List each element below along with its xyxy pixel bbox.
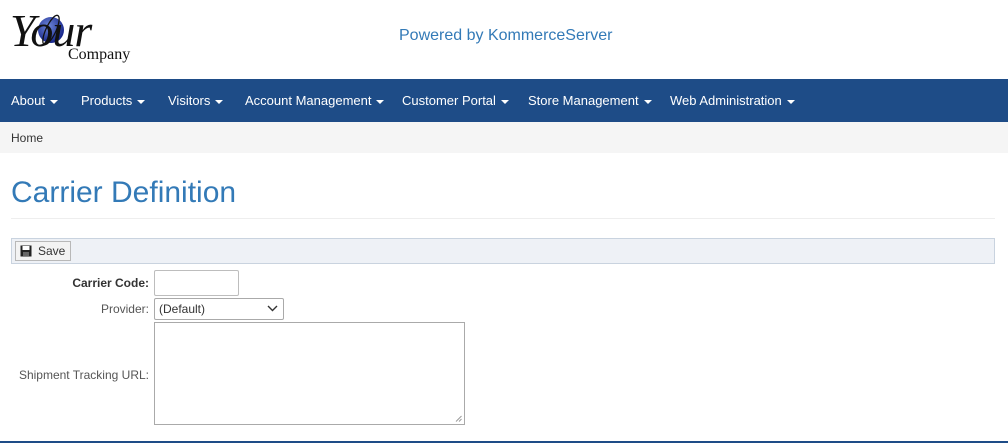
tracking-url-textarea[interactable] (154, 322, 465, 425)
nav-item-label: About (11, 93, 45, 108)
caret-down-icon (500, 99, 509, 104)
provider-select[interactable]: (Default) (154, 298, 284, 320)
caret-down-icon (376, 99, 385, 104)
breadcrumb: Home (0, 122, 1008, 153)
site-header: Your Company Powered by KommerceServer (0, 0, 1008, 79)
nav-item-customer-portal[interactable]: Customer Portal (402, 79, 509, 122)
nav-item-account-management[interactable]: Account Management (245, 79, 385, 122)
nav-item-about[interactable]: About (11, 79, 58, 122)
resize-handle-icon[interactable] (455, 415, 462, 422)
provider-selected-value: (Default) (159, 302, 206, 316)
nav-item-label: Visitors (168, 93, 211, 108)
provider-label: Provider: (100, 302, 149, 316)
company-logo[interactable]: Your Company (8, 5, 148, 70)
form-toolbar: Save (11, 238, 995, 264)
page-bottom-border (0, 441, 1008, 443)
tracking-url-label: Shipment Tracking URL: (18, 368, 149, 382)
floppy-disk-icon (20, 245, 32, 257)
nav-item-store-management[interactable]: Store Management (528, 79, 652, 122)
nav-item-label: Account Management (245, 93, 372, 108)
page-title: Carrier Definition (11, 176, 237, 209)
breadcrumb-home[interactable]: Home (11, 131, 43, 145)
nav-item-label: Store Management (528, 93, 639, 108)
carrier-code-label: Carrier Code: (72, 276, 149, 290)
caret-down-icon (49, 99, 58, 104)
chevron-down-icon (267, 305, 278, 312)
caret-down-icon (137, 99, 146, 104)
powered-by-text: Powered by KommerceServer (399, 27, 613, 44)
nav-item-products[interactable]: Products (81, 79, 146, 122)
nav-item-label: Web Administration (670, 93, 782, 108)
caret-down-icon (643, 99, 652, 104)
title-divider (11, 218, 995, 219)
save-button[interactable]: Save (15, 241, 72, 261)
save-button-label: Save (38, 244, 66, 258)
nav-item-web-administration[interactable]: Web Administration (670, 79, 795, 122)
caret-down-icon (215, 99, 224, 104)
main-navbar: About Products Visitors Account Manageme… (0, 79, 1008, 122)
nav-item-label: Customer Portal (402, 93, 496, 108)
nav-item-label: Products (81, 93, 133, 108)
caret-down-icon (786, 99, 795, 104)
nav-item-visitors[interactable]: Visitors (168, 79, 224, 122)
carrier-code-input[interactable] (154, 270, 239, 296)
logo-text-company: Company (68, 46, 131, 63)
